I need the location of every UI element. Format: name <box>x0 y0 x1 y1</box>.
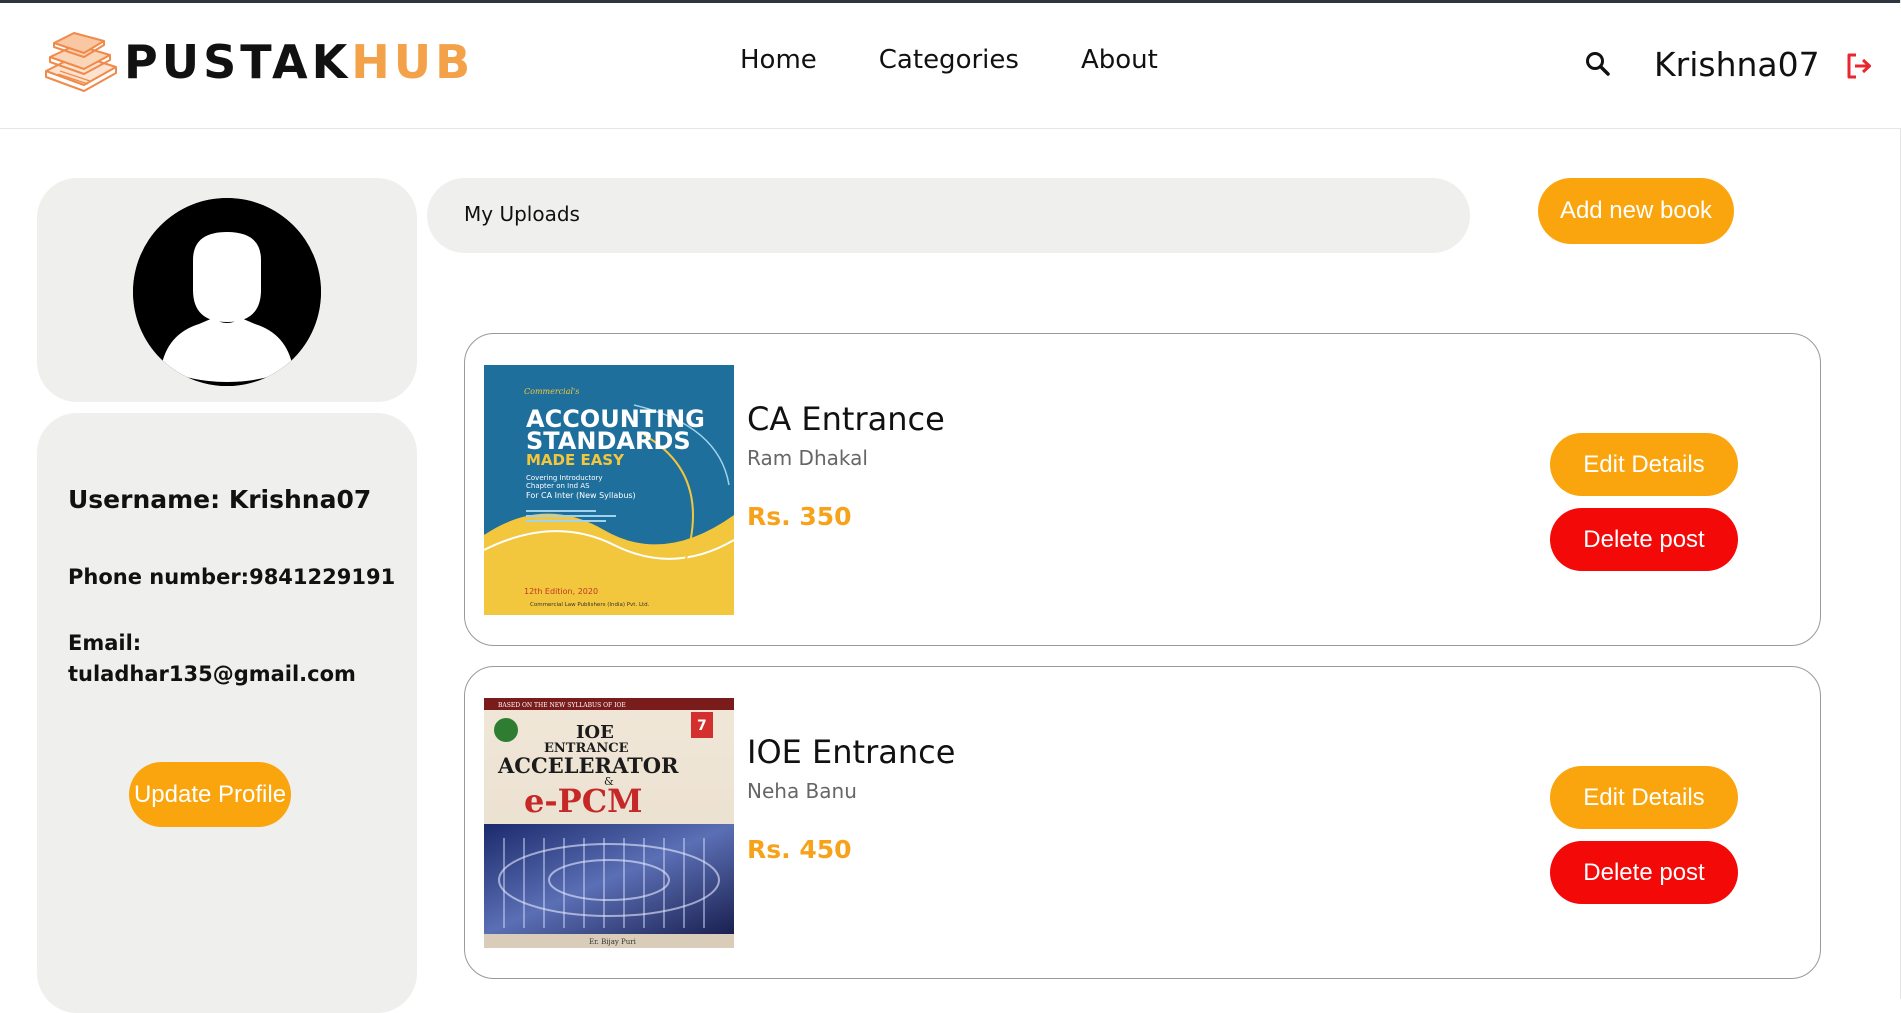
book-card: BASED ON THE NEW SYLLABUS OF IOE 7 IOE E… <box>464 666 1821 979</box>
book-author: Neha Banu <box>747 779 857 803</box>
book-author: Ram Dhakal <box>747 446 868 470</box>
user-avatar-icon <box>133 198 321 386</box>
avatar-card <box>37 178 417 402</box>
update-profile-button[interactable]: Update Profile <box>129 762 291 827</box>
book-price: Rs. 350 <box>747 502 852 531</box>
header-username[interactable]: Krishna07 <box>1654 45 1820 84</box>
my-uploads-label: My Uploads <box>464 202 580 226</box>
cover-sub2: Chapter on Ind AS <box>526 482 590 490</box>
delete-post-button[interactable]: Delete post <box>1550 508 1738 571</box>
logout-icon[interactable] <box>1844 51 1874 81</box>
cover-edition: 12th Edition, 2020 <box>524 587 598 596</box>
cover-line3: MADE EASY <box>526 451 625 469</box>
book-title[interactable]: IOE Entrance <box>747 733 955 771</box>
brand-name-accent: HUB <box>351 35 475 89</box>
profile-phone: Phone number:9841229191 <box>68 565 396 589</box>
edit-details-button[interactable]: Edit Details <box>1550 766 1738 829</box>
nav-about[interactable]: About <box>1081 45 1158 75</box>
cover-line4: e-PCM <box>524 782 643 820</box>
profile-username: Username: Krishna07 <box>68 485 372 514</box>
book-cover-image: Commercial's ACCOUNTING STANDARDS MADE E… <box>484 365 734 615</box>
brand-logo[interactable]: PUSTAKHUB <box>40 27 474 97</box>
book-title[interactable]: CA Entrance <box>747 400 945 438</box>
cover-badge: 7 <box>697 718 707 734</box>
cover-line1: IOE <box>576 722 614 743</box>
cover-line3: ACCELERATOR <box>497 753 679 778</box>
cover-publisher-tag: Commercial's <box>524 387 579 396</box>
profile-email-label: Email: <box>68 631 142 655</box>
avatar <box>133 198 321 386</box>
books-logo-icon <box>45 32 117 92</box>
cover-sub3: For CA Inter (New Syllabus) <box>526 491 636 500</box>
nav-home[interactable]: Home <box>740 45 817 75</box>
cover-sub1: Covering Introductory <box>526 474 603 482</box>
profile-email: tuladhar135@gmail.com <box>68 662 356 686</box>
cover-top-tag: BASED ON THE NEW SYLLABUS OF IOE <box>498 702 626 709</box>
cover-publisher: Commercial Law Publishers (India) Pvt. L… <box>530 602 650 608</box>
edit-details-button[interactable]: Edit Details <box>1550 433 1738 496</box>
profile-info-card: Username: Krishna07 Phone number:9841229… <box>37 413 417 1013</box>
cover-author-tag: Er. Bijay Puri <box>589 938 637 946</box>
nav-categories[interactable]: Categories <box>879 45 1019 75</box>
ioe-cover-art: BASED ON THE NEW SYLLABUS OF IOE 7 IOE E… <box>484 698 734 948</box>
book-cover-image: BASED ON THE NEW SYLLABUS OF IOE 7 IOE E… <box>484 698 734 948</box>
search-icon[interactable] <box>1584 50 1612 78</box>
accounting-cover-art: Commercial's ACCOUNTING STANDARDS MADE E… <box>484 365 734 615</box>
brand-name-dark: PUSTAK <box>124 35 352 89</box>
delete-post-button[interactable]: Delete post <box>1550 841 1738 904</box>
my-uploads-bar: My Uploads <box>427 178 1470 253</box>
brand-name: PUSTAKHUB <box>124 35 474 89</box>
add-new-book-button[interactable]: Add new book <box>1538 178 1734 244</box>
top-navbar: PUSTAKHUB Home Categories About Krishna0… <box>0 3 1901 129</box>
book-price: Rs. 450 <box>747 835 852 864</box>
book-card: Commercial's ACCOUNTING STANDARDS MADE E… <box>464 333 1821 646</box>
main-nav: Home Categories About <box>740 45 1220 75</box>
